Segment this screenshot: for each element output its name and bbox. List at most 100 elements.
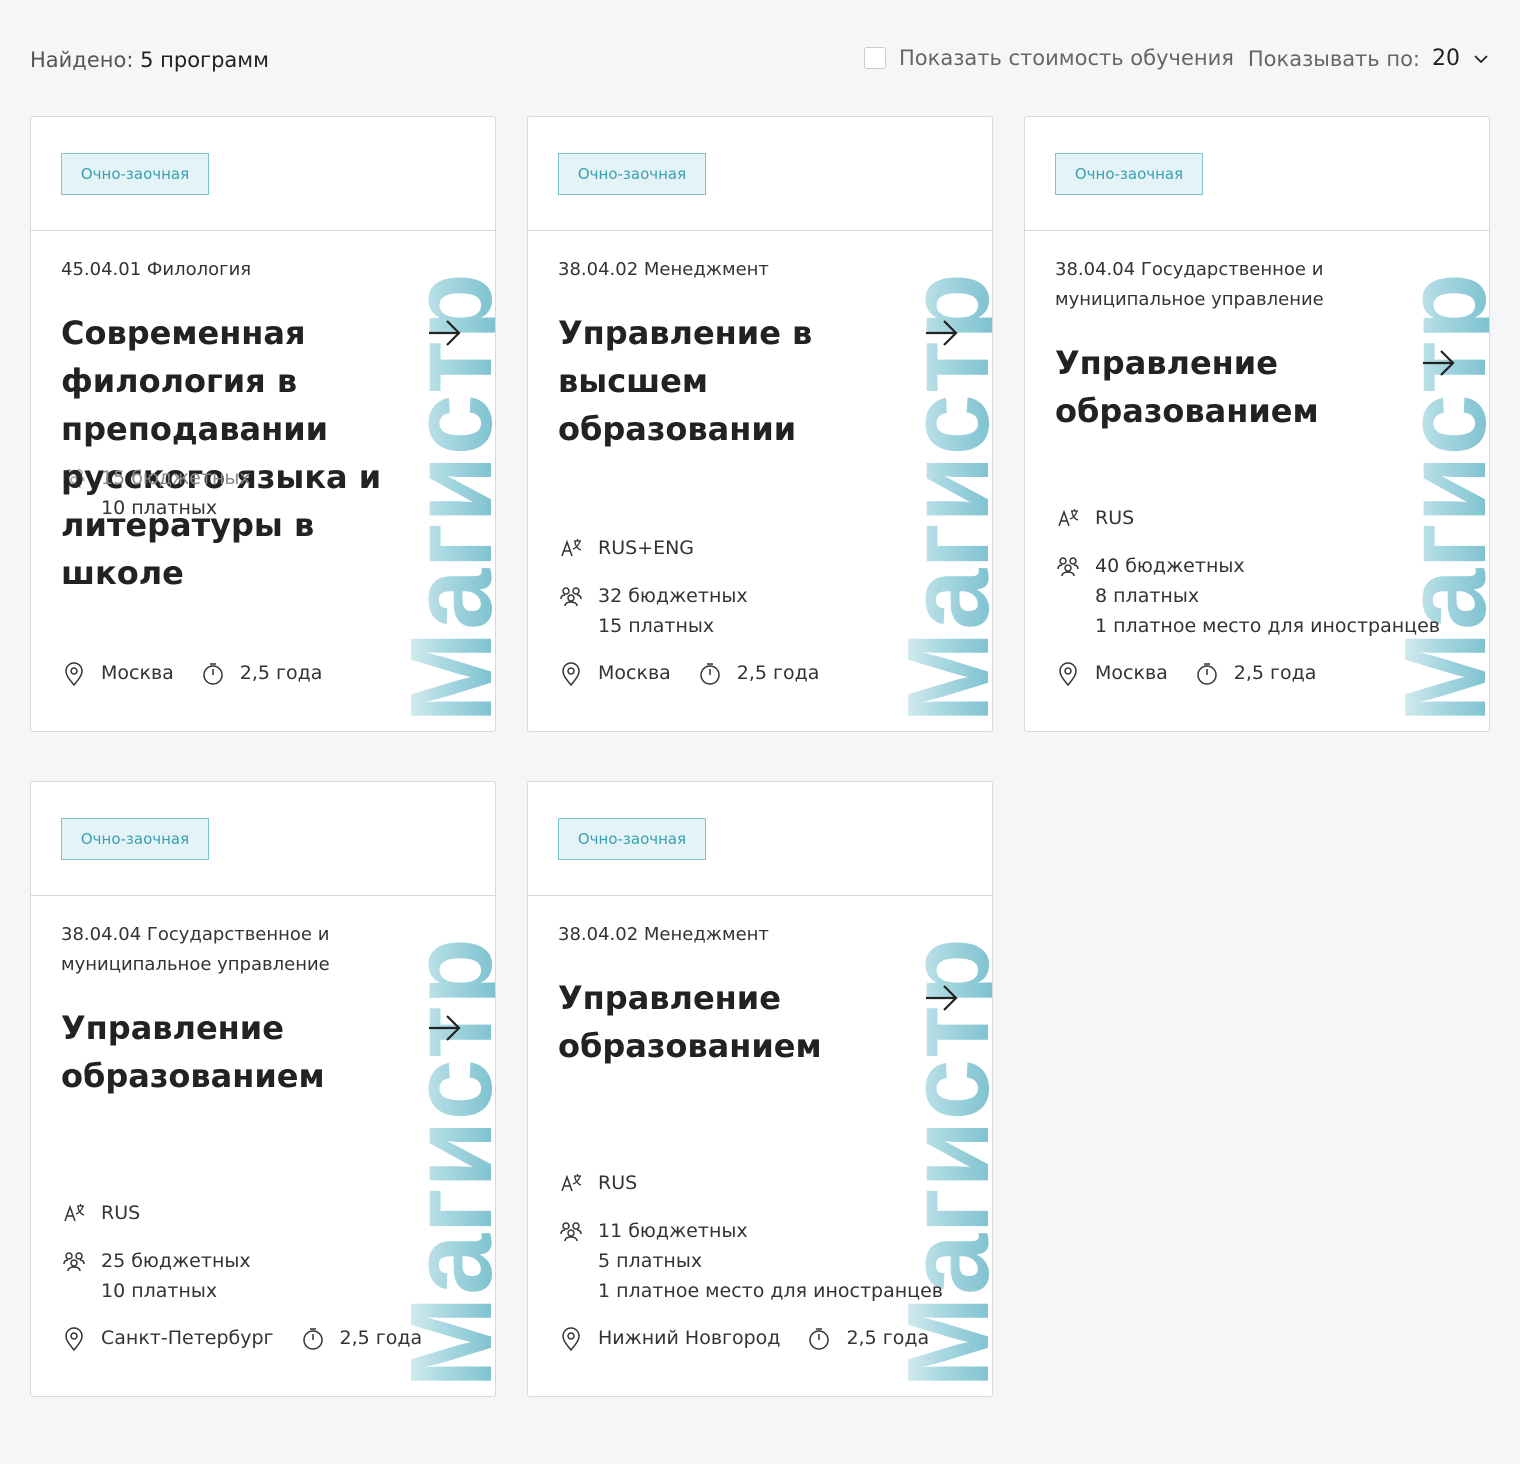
card-header: Очно-заочная: [1025, 117, 1489, 231]
language-row: RUS: [558, 1168, 637, 1198]
card-header: Очно-заочная: [528, 782, 992, 896]
budget-seats: 40 бюджетных: [1095, 555, 1245, 577]
duration: 2,5 года: [1233, 662, 1317, 684]
language-icon: [61, 1200, 87, 1226]
per-page-value[interactable]: 20: [1432, 46, 1460, 71]
budget-seats: 11 бюджетных: [598, 1220, 748, 1242]
program-card[interactable]: Очно-заочная Магистр 38.04.02 Менеджмент Уп…: [527, 116, 993, 732]
location-pin-icon: [61, 1326, 87, 1352]
duration: 2,5 года: [239, 662, 323, 684]
people-icon: [61, 465, 87, 491]
location-pin-icon: [61, 661, 87, 687]
per-page-label: Показывать по:: [1247, 46, 1420, 71]
program-title[interactable]: Управление образованием: [558, 974, 918, 1070]
program-code: 38.04.02 Менеджмент: [558, 259, 769, 280]
found-count: 5 программ: [140, 48, 269, 72]
program-title[interactable]: Управление образованием: [1055, 339, 1415, 435]
seats-row: 15 бюджетных 10 платных: [61, 463, 251, 523]
budget-seats: 32 бюджетных: [598, 585, 748, 607]
chevron-down-icon[interactable]: [1472, 50, 1490, 68]
study-form-badge: Очно-заочная: [61, 153, 209, 195]
language-icon: [558, 535, 584, 561]
budget-seats: 25 бюджетных: [101, 1250, 251, 1272]
location-pin-icon: [558, 1326, 584, 1352]
per-page-select[interactable]: Показывать по: 20: [1248, 46, 1490, 71]
location-duration-row: Москва 2,5 года: [61, 659, 348, 687]
program-code: 38.04.04 Государственное и муниципальное…: [1055, 259, 1324, 310]
duration: 2,5 года: [846, 1327, 930, 1349]
location-duration-row: Санкт-Петербург 2,5 года: [61, 1324, 448, 1352]
people-icon: [558, 583, 584, 609]
timer-icon: [697, 661, 723, 687]
language-value: RUS: [1095, 507, 1135, 529]
foreign-seats: 1 платное место для иностранцев: [598, 1280, 943, 1302]
location-duration-row: Нижний Новгород 2,5 года: [558, 1324, 955, 1352]
people-icon: [1055, 553, 1081, 579]
budget-seats: 15 бюджетных: [101, 467, 251, 489]
people-icon: [558, 1218, 584, 1244]
timer-icon: [300, 1326, 326, 1352]
show-cost-label[interactable]: Показать стоимость обучения: [899, 46, 1234, 70]
program-code: 45.04.01 Филология: [61, 259, 252, 280]
found-label: Найдено:: [30, 48, 134, 72]
paid-seats: 10 платных: [101, 497, 218, 519]
program-card[interactable]: Очно-заочная Магистр 38.04.04 Государствен…: [1024, 116, 1490, 732]
paid-seats: 5 платных: [598, 1250, 703, 1272]
city: Нижний Новгород: [598, 1327, 781, 1349]
results-count: Найдено: 5 программ: [30, 48, 269, 72]
arrow-right-icon[interactable]: [922, 978, 962, 1018]
show-cost-toggle[interactable]: Показать стоимость обучения: [864, 46, 1234, 70]
location-pin-icon: [1055, 661, 1081, 687]
program-card[interactable]: Очно-заочная Магистр 45.04.01 Филология Сов…: [30, 116, 496, 732]
arrow-right-icon[interactable]: [922, 313, 962, 353]
card-header: Очно-заочная: [31, 117, 495, 231]
program-title[interactable]: Управление образованием: [61, 1004, 421, 1100]
location-duration-row: Москва 2,5 года: [1055, 659, 1342, 687]
arrow-right-icon[interactable]: [425, 313, 465, 353]
card-body: 38.04.04 Государственное и муниципальное…: [61, 896, 465, 1396]
program-code: 38.04.02 Менеджмент: [558, 924, 769, 945]
city: Москва: [1095, 662, 1168, 684]
arrow-right-icon[interactable]: [1419, 343, 1459, 383]
timer-icon: [1194, 661, 1220, 687]
paid-seats: 10 платных: [101, 1280, 218, 1302]
seats-row: 11 бюджетных 5 платных 1 платное место для…: [558, 1216, 943, 1306]
city: Москва: [598, 662, 671, 684]
study-form-badge: Очно-заочная: [558, 818, 706, 860]
program-code: 38.04.04 Государственное и муниципальное…: [61, 924, 330, 975]
paid-seats: 8 платных: [1095, 585, 1200, 607]
card-body: 38.04.04 Государственное и муниципальное…: [1055, 231, 1459, 731]
seats-row: 25 бюджетных 10 платных: [61, 1246, 251, 1306]
seats-row: 40 бюджетных 8 платных 1 платное место для…: [1055, 551, 1440, 641]
card-body: 38.04.02 Менеджмент Управление в высшем о…: [558, 231, 962, 731]
show-cost-checkbox[interactable]: [864, 47, 886, 69]
seats-row: 32 бюджетных 15 платных: [558, 581, 748, 641]
location-pin-icon: [558, 661, 584, 687]
language-icon: [1055, 505, 1081, 531]
study-form-badge: Очно-заочная: [61, 818, 209, 860]
program-card[interactable]: Очно-заочная Магистр 38.04.02 Менеджмент Уп…: [527, 781, 993, 1397]
program-card[interactable]: Очно-заочная Магистр 38.04.04 Государствен…: [30, 781, 496, 1397]
card-header: Очно-заочная: [528, 117, 992, 231]
duration: 2,5 года: [339, 1327, 423, 1349]
people-icon: [61, 1248, 87, 1274]
timer-icon: [200, 661, 226, 687]
duration: 2,5 года: [736, 662, 820, 684]
foreign-seats: 1 платное место для иностранцев: [1095, 615, 1440, 637]
study-form-badge: Очно-заочная: [1055, 153, 1203, 195]
arrow-right-icon[interactable]: [425, 1008, 465, 1048]
city: Санкт-Петербург: [101, 1327, 274, 1349]
language-icon: [558, 1170, 584, 1196]
language-row: RUS: [61, 1198, 140, 1228]
card-header: Очно-заочная: [31, 782, 495, 896]
city: Москва: [101, 662, 174, 684]
language-row: RUS: [1055, 503, 1134, 533]
results-toolbar: Найдено: 5 программ Показать стоимость о…: [30, 38, 1490, 84]
study-form-badge: Очно-заочная: [558, 153, 706, 195]
card-body: 38.04.02 Менеджмент Управление образовани…: [558, 896, 962, 1396]
language-value: RUS+ENG: [598, 537, 695, 559]
timer-icon: [806, 1326, 832, 1352]
paid-seats: 15 платных: [598, 615, 715, 637]
program-title[interactable]: Современная филология в преподавании рус…: [61, 309, 421, 597]
program-title[interactable]: Управление в высшем образовании: [558, 309, 918, 453]
